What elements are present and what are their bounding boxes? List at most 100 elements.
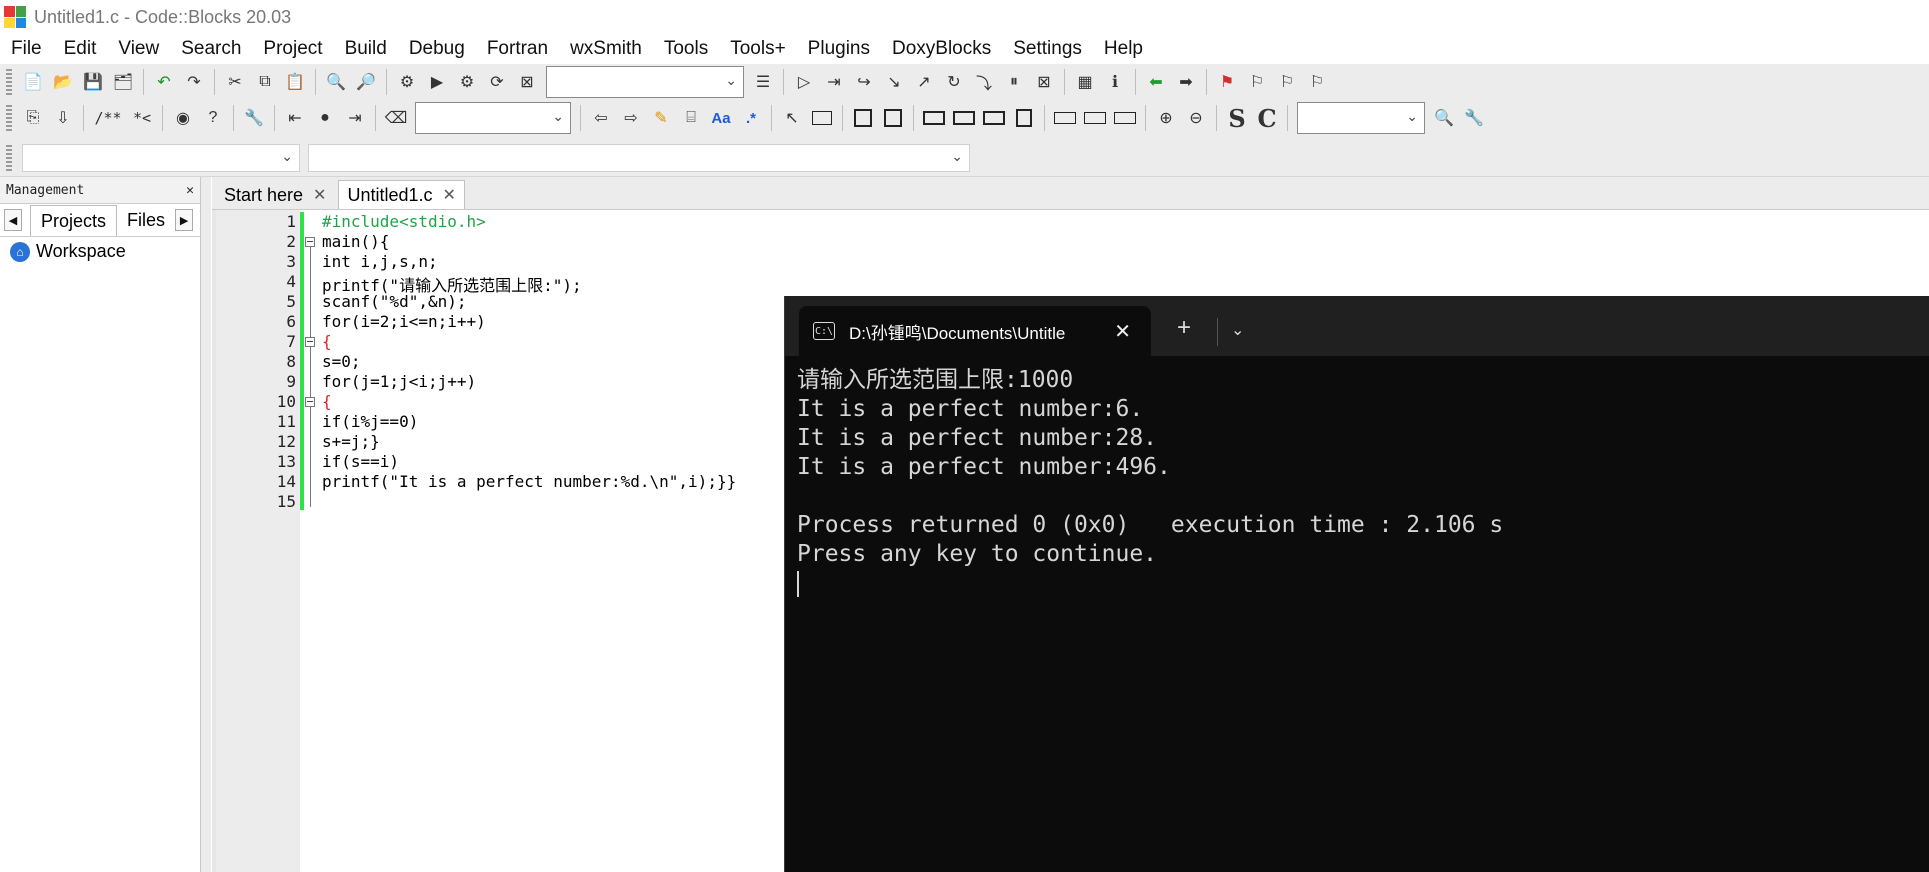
shape-diagonal-icon[interactable] — [880, 105, 906, 131]
fold-toggle-icon[interactable] — [305, 237, 315, 247]
build-log-icon[interactable]: ☰ — [750, 69, 776, 95]
redo-icon[interactable]: ↷ — [181, 69, 207, 95]
tab-start-here[interactable]: Start here ✕ — [216, 181, 334, 209]
close-icon[interactable]: ✕ — [1114, 319, 1131, 344]
pause-icon[interactable]: ⏸ — [1001, 69, 1027, 95]
chevron-down-icon[interactable]: ⌄ — [1231, 320, 1244, 340]
bookmark-prev-icon[interactable]: ⚐ — [1244, 69, 1270, 95]
forward-arrow-icon[interactable]: ➡ — [1173, 69, 1199, 95]
next-bookmark-icon[interactable]: ⇥ — [342, 105, 368, 131]
scope-select[interactable]: ⌄ — [22, 144, 300, 172]
menu-settings[interactable]: Settings — [1002, 38, 1093, 60]
menu-view[interactable]: View — [107, 38, 170, 60]
zoom-in-icon[interactable]: ⊕ — [1153, 105, 1179, 131]
menu-search[interactable]: Search — [170, 38, 252, 60]
menu-fortran[interactable]: Fortran — [476, 38, 559, 60]
close-icon[interactable]: ✕ — [186, 183, 194, 198]
terminal-tab[interactable]: C:\ D:\孙锺鸣\Documents\Untitle ✕ — [799, 306, 1151, 356]
replace-icon[interactable]: 🔎 — [353, 69, 379, 95]
doxy-comment-button[interactable]: /** — [91, 105, 125, 131]
menu-edit[interactable]: Edit — [53, 38, 108, 60]
undo-icon[interactable]: ↶ — [151, 69, 177, 95]
zoom-out-icon[interactable]: ⊖ — [1183, 105, 1209, 131]
save-all-icon[interactable]: 🗂 — [110, 69, 136, 95]
save-icon[interactable]: 💾 — [80, 69, 106, 95]
next-line-icon[interactable]: ↪ — [851, 69, 877, 95]
toolbar-grip[interactable] — [6, 105, 12, 131]
box-bottom-icon[interactable] — [981, 105, 1007, 131]
menu-help[interactable]: Help — [1093, 38, 1154, 60]
step-out-icon[interactable]: ↗ — [911, 69, 937, 95]
menu-doxyblocks[interactable]: DoxyBlocks — [881, 38, 1002, 60]
tab-scroll-left-icon[interactable]: ◀ — [4, 209, 22, 231]
build-run-icon[interactable]: ⚙ — [454, 69, 480, 95]
shape-hexagon-icon[interactable] — [1112, 105, 1138, 131]
fold-toggle-icon[interactable] — [305, 397, 315, 407]
back-arrow-icon[interactable]: ⬅ — [1143, 69, 1169, 95]
highlight-icon[interactable]: ✎ — [648, 105, 674, 131]
new-file-icon[interactable]: 📄 — [20, 69, 46, 95]
run-icon[interactable]: ▶ — [424, 69, 450, 95]
shape-split-icon[interactable] — [850, 105, 876, 131]
prev-bookmark-icon[interactable]: ⇤ — [282, 105, 308, 131]
close-icon[interactable]: ✕ — [313, 185, 326, 205]
tab-files[interactable]: Files — [117, 205, 175, 235]
cut-icon[interactable]: ✂ — [222, 69, 248, 95]
bookmark-toggle-icon[interactable]: ⚑ — [1214, 69, 1240, 95]
search-text-select[interactable]: ⌄ — [415, 102, 571, 134]
terminal-window[interactable]: C:\ D:\孙锺鸣\Documents\Untitle ✕ + ⌄ 请输入所选… — [784, 296, 1929, 872]
box-mid-icon[interactable] — [951, 105, 977, 131]
match-case-button[interactable]: Aa — [708, 105, 734, 131]
menu-project[interactable]: Project — [252, 38, 333, 60]
close-icon[interactable]: ✕ — [443, 185, 456, 205]
build-settings-icon[interactable]: ⚙ — [394, 69, 420, 95]
stop-debug-icon[interactable]: ⊠ — [1031, 69, 1057, 95]
find-previous-icon[interactable]: ⇦ — [588, 105, 614, 131]
find-next-icon[interactable]: ⇨ — [618, 105, 644, 131]
run-to-cursor-icon[interactable]: ⇥ — [821, 69, 847, 95]
workspace-node[interactable]: ⌂ Workspace — [0, 237, 200, 266]
menu-file[interactable]: File — [0, 38, 53, 60]
new-tab-plus-icon[interactable]: + — [1177, 314, 1191, 342]
menu-tools[interactable]: Tools — [653, 38, 719, 60]
step-into-instruction-icon[interactable]: ⤵ — [971, 69, 997, 95]
menu-wxsmith[interactable]: wxSmith — [559, 38, 653, 60]
clear-search-icon[interactable]: ⌫ — [383, 105, 409, 131]
pointer-icon[interactable]: ↖ — [779, 105, 805, 131]
bookmark-clear-icon[interactable]: ⚐ — [1304, 69, 1330, 95]
shape-rect-icon[interactable] — [1052, 105, 1078, 131]
menu-plugins[interactable]: Plugins — [797, 38, 881, 60]
menu-tools-plus[interactable]: Tools+ — [719, 38, 796, 60]
function-select[interactable]: ⌄ — [308, 144, 970, 172]
doxy-inline-button[interactable]: *< — [129, 105, 155, 131]
symbol-select[interactable]: ⌄ — [1297, 102, 1425, 134]
record-icon[interactable]: ● — [312, 105, 338, 131]
box-top-icon[interactable] — [921, 105, 947, 131]
toolbar-grip[interactable] — [6, 69, 12, 95]
s-button[interactable]: S — [1224, 104, 1250, 133]
menu-build[interactable]: Build — [334, 38, 398, 60]
next-instruction-icon[interactable]: ↻ — [941, 69, 967, 95]
tab-untitled1[interactable]: Untitled1.c ✕ — [338, 180, 465, 209]
menu-debug[interactable]: Debug — [398, 38, 476, 60]
rebuild-icon[interactable]: ⟳ — [484, 69, 510, 95]
tab-scroll-right-icon[interactable]: ▶ — [175, 209, 194, 231]
bookmark-next-icon[interactable]: ⚐ — [1274, 69, 1300, 95]
terminal-output[interactable]: 请输入所选范围上限:1000 It is a perfect number:6.… — [785, 356, 1929, 607]
help-icon[interactable]: ? — [200, 105, 226, 131]
settings-wrench-icon[interactable]: 🔧 — [1461, 105, 1487, 131]
fold-toggle-icon[interactable] — [305, 337, 315, 347]
paste-icon[interactable]: 📋 — [282, 69, 308, 95]
copy-icon[interactable]: ⧉ — [252, 69, 278, 95]
c-button[interactable]: C — [1254, 104, 1280, 133]
open-file-icon[interactable]: 📂 — [50, 69, 76, 95]
step-into-icon[interactable]: ↘ — [881, 69, 907, 95]
doxywizard-icon[interactable]: ◉ — [170, 105, 196, 131]
shape-parallelogram-icon[interactable] — [1082, 105, 1108, 131]
tab-projects[interactable]: Projects — [30, 204, 118, 236]
box-full-icon[interactable] — [1011, 105, 1037, 131]
splitter[interactable] — [201, 177, 211, 872]
abort-icon[interactable]: ⊠ — [514, 69, 540, 95]
build-target-select[interactable]: ⌄ — [546, 66, 744, 98]
select-text-icon[interactable]: ⌸ — [678, 105, 704, 131]
